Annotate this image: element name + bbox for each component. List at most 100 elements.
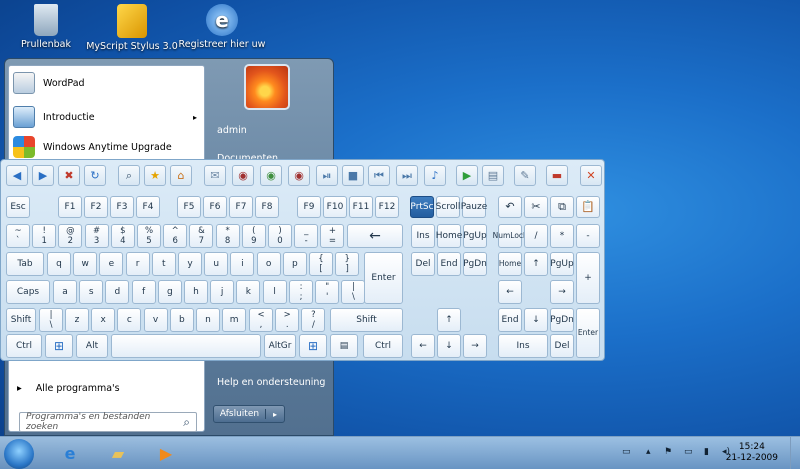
key-9[interactable]: * 8: [215, 224, 240, 248]
key-num-minus[interactable]: -: [576, 224, 600, 248]
key-d[interactable]: d: [105, 280, 130, 304]
copy-icon[interactable]: ⧉: [550, 196, 574, 218]
key-1[interactable]: ~ `: [6, 224, 30, 248]
explorer-folder-icon[interactable]: ▰: [98, 439, 138, 468]
key-i[interactable]: i: [230, 252, 255, 276]
desktop-icon-recycle-bin[interactable]: Prullenbak: [0, 4, 92, 50]
key-punct-0[interactable]: :;: [289, 280, 313, 304]
program-anytime-upgrade[interactable]: Windows Anytime Upgrade: [13, 134, 172, 160]
key-del[interactable]: Del: [411, 252, 435, 276]
run-icon[interactable]: ▶: [456, 165, 478, 186]
media-player-icon[interactable]: ▶: [146, 439, 186, 468]
key-8[interactable]: & 7: [189, 224, 214, 248]
internet-explorer-icon[interactable]: e: [50, 439, 90, 468]
key-pgdn[interactable]: PgDn: [463, 252, 487, 276]
media-stop-icon[interactable]: ■: [342, 165, 364, 186]
search-icon[interactable]: ⌕: [118, 165, 140, 186]
refresh-icon[interactable]: ↻: [84, 165, 106, 186]
show-hidden-icon[interactable]: ▴: [646, 447, 651, 457]
key-6[interactable]: % 5: [137, 224, 161, 248]
key-bracket-1[interactable]: }]: [335, 252, 360, 276]
back-icon[interactable]: ◀: [6, 165, 28, 186]
key-11[interactable]: ) 0: [268, 224, 292, 248]
key-arrow-left[interactable]: ←: [411, 334, 435, 358]
key-k[interactable]: k: [236, 280, 261, 304]
windows-key-right-icon[interactable]: ⊞: [299, 334, 327, 358]
key-enter[interactable]: Enter: [364, 252, 403, 304]
play-pause-icon[interactable]: ⏯: [316, 165, 338, 186]
help-link[interactable]: Help en ondersteuning: [217, 377, 325, 388]
key-4[interactable]: #3: [84, 224, 109, 248]
next-track-icon[interactable]: ⏭: [396, 165, 418, 186]
key-f9[interactable]: F9: [297, 196, 321, 218]
volume-up-icon[interactable]: ◉: [260, 165, 282, 186]
key-5[interactable]: $4: [110, 224, 135, 248]
key-7[interactable]: ^ 6: [163, 224, 188, 248]
paste-icon[interactable]: 📋: [576, 196, 600, 218]
key-caps[interactable]: Caps: [6, 280, 50, 304]
key-prtsc[interactable]: PrtSc: [410, 196, 434, 218]
start-button[interactable]: [4, 439, 34, 469]
cut-icon[interactable]: ✂: [524, 196, 548, 218]
key-punct2-2[interactable]: ? /: [301, 308, 326, 332]
search-input[interactable]: Programma's en bestanden zoeken ⌕: [19, 412, 197, 432]
settings-icon[interactable]: ▤: [482, 165, 504, 186]
key-p[interactable]: p: [282, 252, 307, 276]
key-punct-1[interactable]: " ': [315, 280, 340, 304]
key-10[interactable]: (9: [241, 224, 266, 248]
key-space[interactable]: [111, 334, 261, 358]
key-num-del[interactable]: Del: [550, 334, 574, 358]
key-y[interactable]: y: [178, 252, 202, 276]
key-num-ins[interactable]: Ins: [498, 334, 548, 358]
action-center-icon[interactable]: ⚑: [664, 447, 672, 457]
key-num-up[interactable]: ↑: [524, 252, 548, 276]
key-shift-left[interactable]: Shift: [6, 308, 36, 332]
key-scroll[interactable]: Scroll: [436, 196, 460, 218]
close-icon[interactable]: ✕: [580, 165, 602, 186]
key-ins[interactable]: Ins: [411, 224, 435, 248]
key-alt[interactable]: Alt: [76, 334, 108, 358]
key-h[interactable]: h: [184, 280, 208, 304]
key-num-enter[interactable]: Enter: [576, 308, 600, 358]
key-2[interactable]: ! 1: [32, 224, 57, 248]
key-end[interactable]: End: [437, 252, 461, 276]
program-wordpad[interactable]: WordPad: [13, 70, 85, 96]
key-f3[interactable]: F3: [110, 196, 134, 218]
key-w[interactable]: w: [73, 252, 98, 276]
clock[interactable]: 15:24 21-12-2009: [726, 442, 778, 464]
music-icon[interactable]: ♪: [424, 165, 446, 186]
desktop-icon-register[interactable]: e Registreer hier uw: [176, 4, 268, 50]
key-f7[interactable]: F7: [229, 196, 253, 218]
key-x[interactable]: x: [91, 308, 116, 332]
key-tab[interactable]: Tab: [6, 252, 44, 276]
key-f11[interactable]: F11: [349, 196, 373, 218]
windows-key-icon[interactable]: ⊞: [45, 334, 73, 358]
undo-icon[interactable]: ↶: [498, 196, 522, 218]
key-arrow-up[interactable]: ↑: [437, 308, 461, 332]
key-3[interactable]: @2: [58, 224, 83, 248]
key-z[interactable]: z: [65, 308, 89, 332]
show-desktop-button[interactable]: [790, 437, 800, 469]
key-m[interactable]: m: [222, 308, 247, 332]
previous-track-icon[interactable]: ⏮: [368, 165, 390, 186]
menu-key-icon[interactable]: ▤: [330, 334, 358, 358]
key-f1[interactable]: F1: [58, 196, 82, 218]
key-punct2-1[interactable]: >.: [275, 308, 300, 332]
key-f5[interactable]: F5: [177, 196, 201, 218]
key-bracket-0[interactable]: {[: [309, 252, 333, 276]
key-ctrl-right[interactable]: Ctrl: [363, 334, 403, 358]
display-icon[interactable]: ▭: [684, 447, 693, 457]
key-n[interactable]: n: [196, 308, 220, 332]
key-num-left[interactable]: ←: [498, 280, 522, 304]
key-shift-right[interactable]: Shift: [330, 308, 403, 332]
key-c[interactable]: c: [117, 308, 142, 332]
key-num-right[interactable]: →: [550, 280, 574, 304]
language-flag-icon[interactable]: ▬: [546, 165, 568, 186]
key-arrow-right[interactable]: →: [463, 334, 487, 358]
favorites-icon[interactable]: ★: [144, 165, 166, 186]
key-num-multiply[interactable]: *: [550, 224, 574, 248]
mail-icon[interactable]: ✉: [204, 165, 226, 186]
key-esc[interactable]: Esc: [6, 196, 30, 218]
key-q[interactable]: q: [47, 252, 71, 276]
key-t[interactable]: t: [151, 252, 176, 276]
